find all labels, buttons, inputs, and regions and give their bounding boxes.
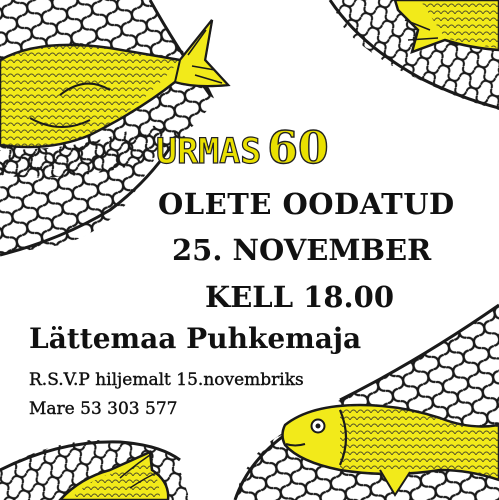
title-age: 60 [267, 122, 330, 174]
rsvp-contact: Mare 53 303 577 [29, 399, 178, 419]
rsvp-deadline: R.S.V.P hiljemalt 15.novembriks [29, 370, 304, 390]
invitation-card: URMAS 60 OLETE OODATUD 25. NOVEMBER KELL … [0, 0, 499, 500]
welcome-text: OLETE OODATUD [158, 187, 455, 221]
title-name: URMAS [155, 131, 262, 172]
event-venue: Lättemaa Puhkemaja [29, 322, 362, 355]
title: URMAS 60 [155, 122, 330, 183]
event-date: 25. NOVEMBER [172, 233, 432, 267]
event-time: KELL 18.00 [205, 280, 394, 314]
